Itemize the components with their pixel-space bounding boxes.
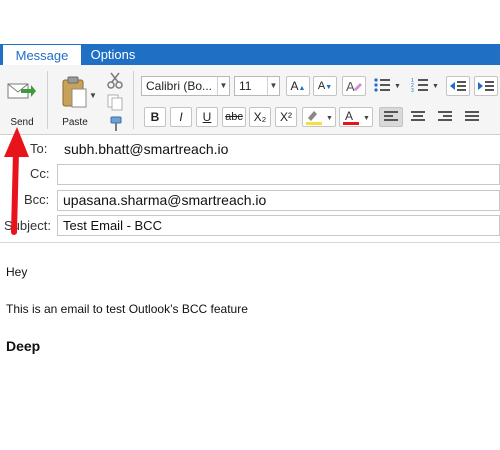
subject-field[interactable]: Test Email - BCC	[57, 215, 500, 236]
svg-text:▼: ▼	[432, 83, 439, 90]
bold-button[interactable]: B	[144, 107, 166, 127]
superscript-button[interactable]: X²	[275, 107, 297, 127]
cc-label: Cc:	[30, 166, 50, 181]
align-left-button[interactable]	[379, 107, 403, 127]
subscript-button[interactable]: X₂	[249, 107, 271, 127]
svg-text:A: A	[346, 79, 355, 94]
numbering-button[interactable]: 1 2 3 ▼	[410, 76, 440, 96]
font-size-value: 11	[239, 79, 252, 93]
svg-text:▼: ▼	[326, 115, 333, 122]
paste-dropdown-icon[interactable]: ▼	[89, 91, 97, 100]
chevron-down-icon: ▼	[217, 77, 229, 95]
to-field[interactable]: subh.bhatt@smartreach.io	[59, 140, 500, 161]
svg-text:3: 3	[411, 88, 414, 93]
bcc-field[interactable]: upasana.sharma@smartreach.io	[57, 190, 500, 211]
font-size-select[interactable]: 11 ▼	[234, 76, 280, 96]
align-right-icon	[438, 111, 452, 121]
align-right-button[interactable]	[433, 107, 457, 127]
paste-button[interactable]: ▼ Paste	[55, 73, 97, 129]
align-center-button[interactable]	[406, 107, 430, 127]
svg-text:A: A	[345, 109, 353, 123]
body-greeting: Hey	[6, 265, 28, 279]
tab-options[interactable]: Options	[82, 44, 144, 65]
ribbon-toolbar: Send ▼ Paste Calibri (Bo... ▼ 11 ▼ A▲ A▼	[0, 65, 500, 135]
copy-icon[interactable]	[106, 93, 124, 111]
send-button[interactable]: Send	[3, 73, 41, 129]
body-message: This is an email to test Outlook’s BCC f…	[6, 302, 248, 316]
bcc-label: Bcc:	[24, 192, 50, 207]
clear-formatting-icon: A	[346, 79, 362, 94]
align-center-icon	[411, 111, 425, 121]
decrease-indent-button[interactable]	[446, 76, 470, 96]
underline-button[interactable]: U	[196, 107, 218, 127]
decrease-indent-icon	[450, 81, 466, 91]
send-label: Send	[10, 117, 34, 128]
send-icon	[7, 83, 36, 99]
align-left-icon	[384, 111, 398, 121]
font-color-button[interactable]: A ▼	[339, 107, 373, 127]
ribbon-divider	[47, 71, 48, 129]
scissors-icon[interactable]	[106, 71, 124, 89]
clear-formatting-button[interactable]: A	[342, 76, 366, 96]
font-name-value: Calibri (Bo...	[146, 79, 213, 93]
highlight-button[interactable]: ▼	[302, 107, 336, 127]
chevron-down-icon: ▼	[267, 77, 279, 95]
font-name-select[interactable]: Calibri (Bo... ▼	[141, 76, 230, 96]
justify-button[interactable]	[460, 107, 484, 127]
paste-label: Paste	[62, 117, 88, 128]
ribbon-tab-bar: Message Options	[0, 44, 500, 65]
subject-label: Subject:	[4, 218, 51, 233]
increase-indent-icon	[478, 81, 494, 91]
to-label: To:	[30, 141, 48, 156]
clipboard-icon	[62, 76, 87, 108]
highlighter-icon: ▼	[306, 111, 333, 125]
strikethrough-button[interactable]: abc	[222, 107, 246, 127]
svg-text:▼: ▼	[394, 83, 401, 90]
cc-field[interactable]	[57, 164, 500, 185]
increase-indent-button[interactable]	[474, 76, 498, 96]
tab-message[interactable]: Message	[3, 44, 81, 65]
ribbon-divider	[133, 71, 134, 129]
format-painter-icon[interactable]	[106, 115, 124, 133]
shrink-font-button[interactable]: A▼	[313, 76, 337, 96]
font-color-icon: A ▼	[343, 109, 370, 125]
message-body[interactable]: Hey This is an email to test Outlook’s B…	[0, 243, 500, 450]
bullets-button[interactable]: ▼	[372, 76, 402, 96]
italic-button[interactable]: I	[170, 107, 192, 127]
justify-icon	[465, 111, 479, 121]
grow-font-button[interactable]: A▲	[286, 76, 310, 96]
numbered-list-icon: 1 2 3 ▼	[411, 78, 439, 94]
body-signature: Deep	[6, 338, 41, 354]
bullet-list-icon: ▼	[374, 78, 401, 92]
svg-text:▼: ▼	[363, 115, 370, 122]
